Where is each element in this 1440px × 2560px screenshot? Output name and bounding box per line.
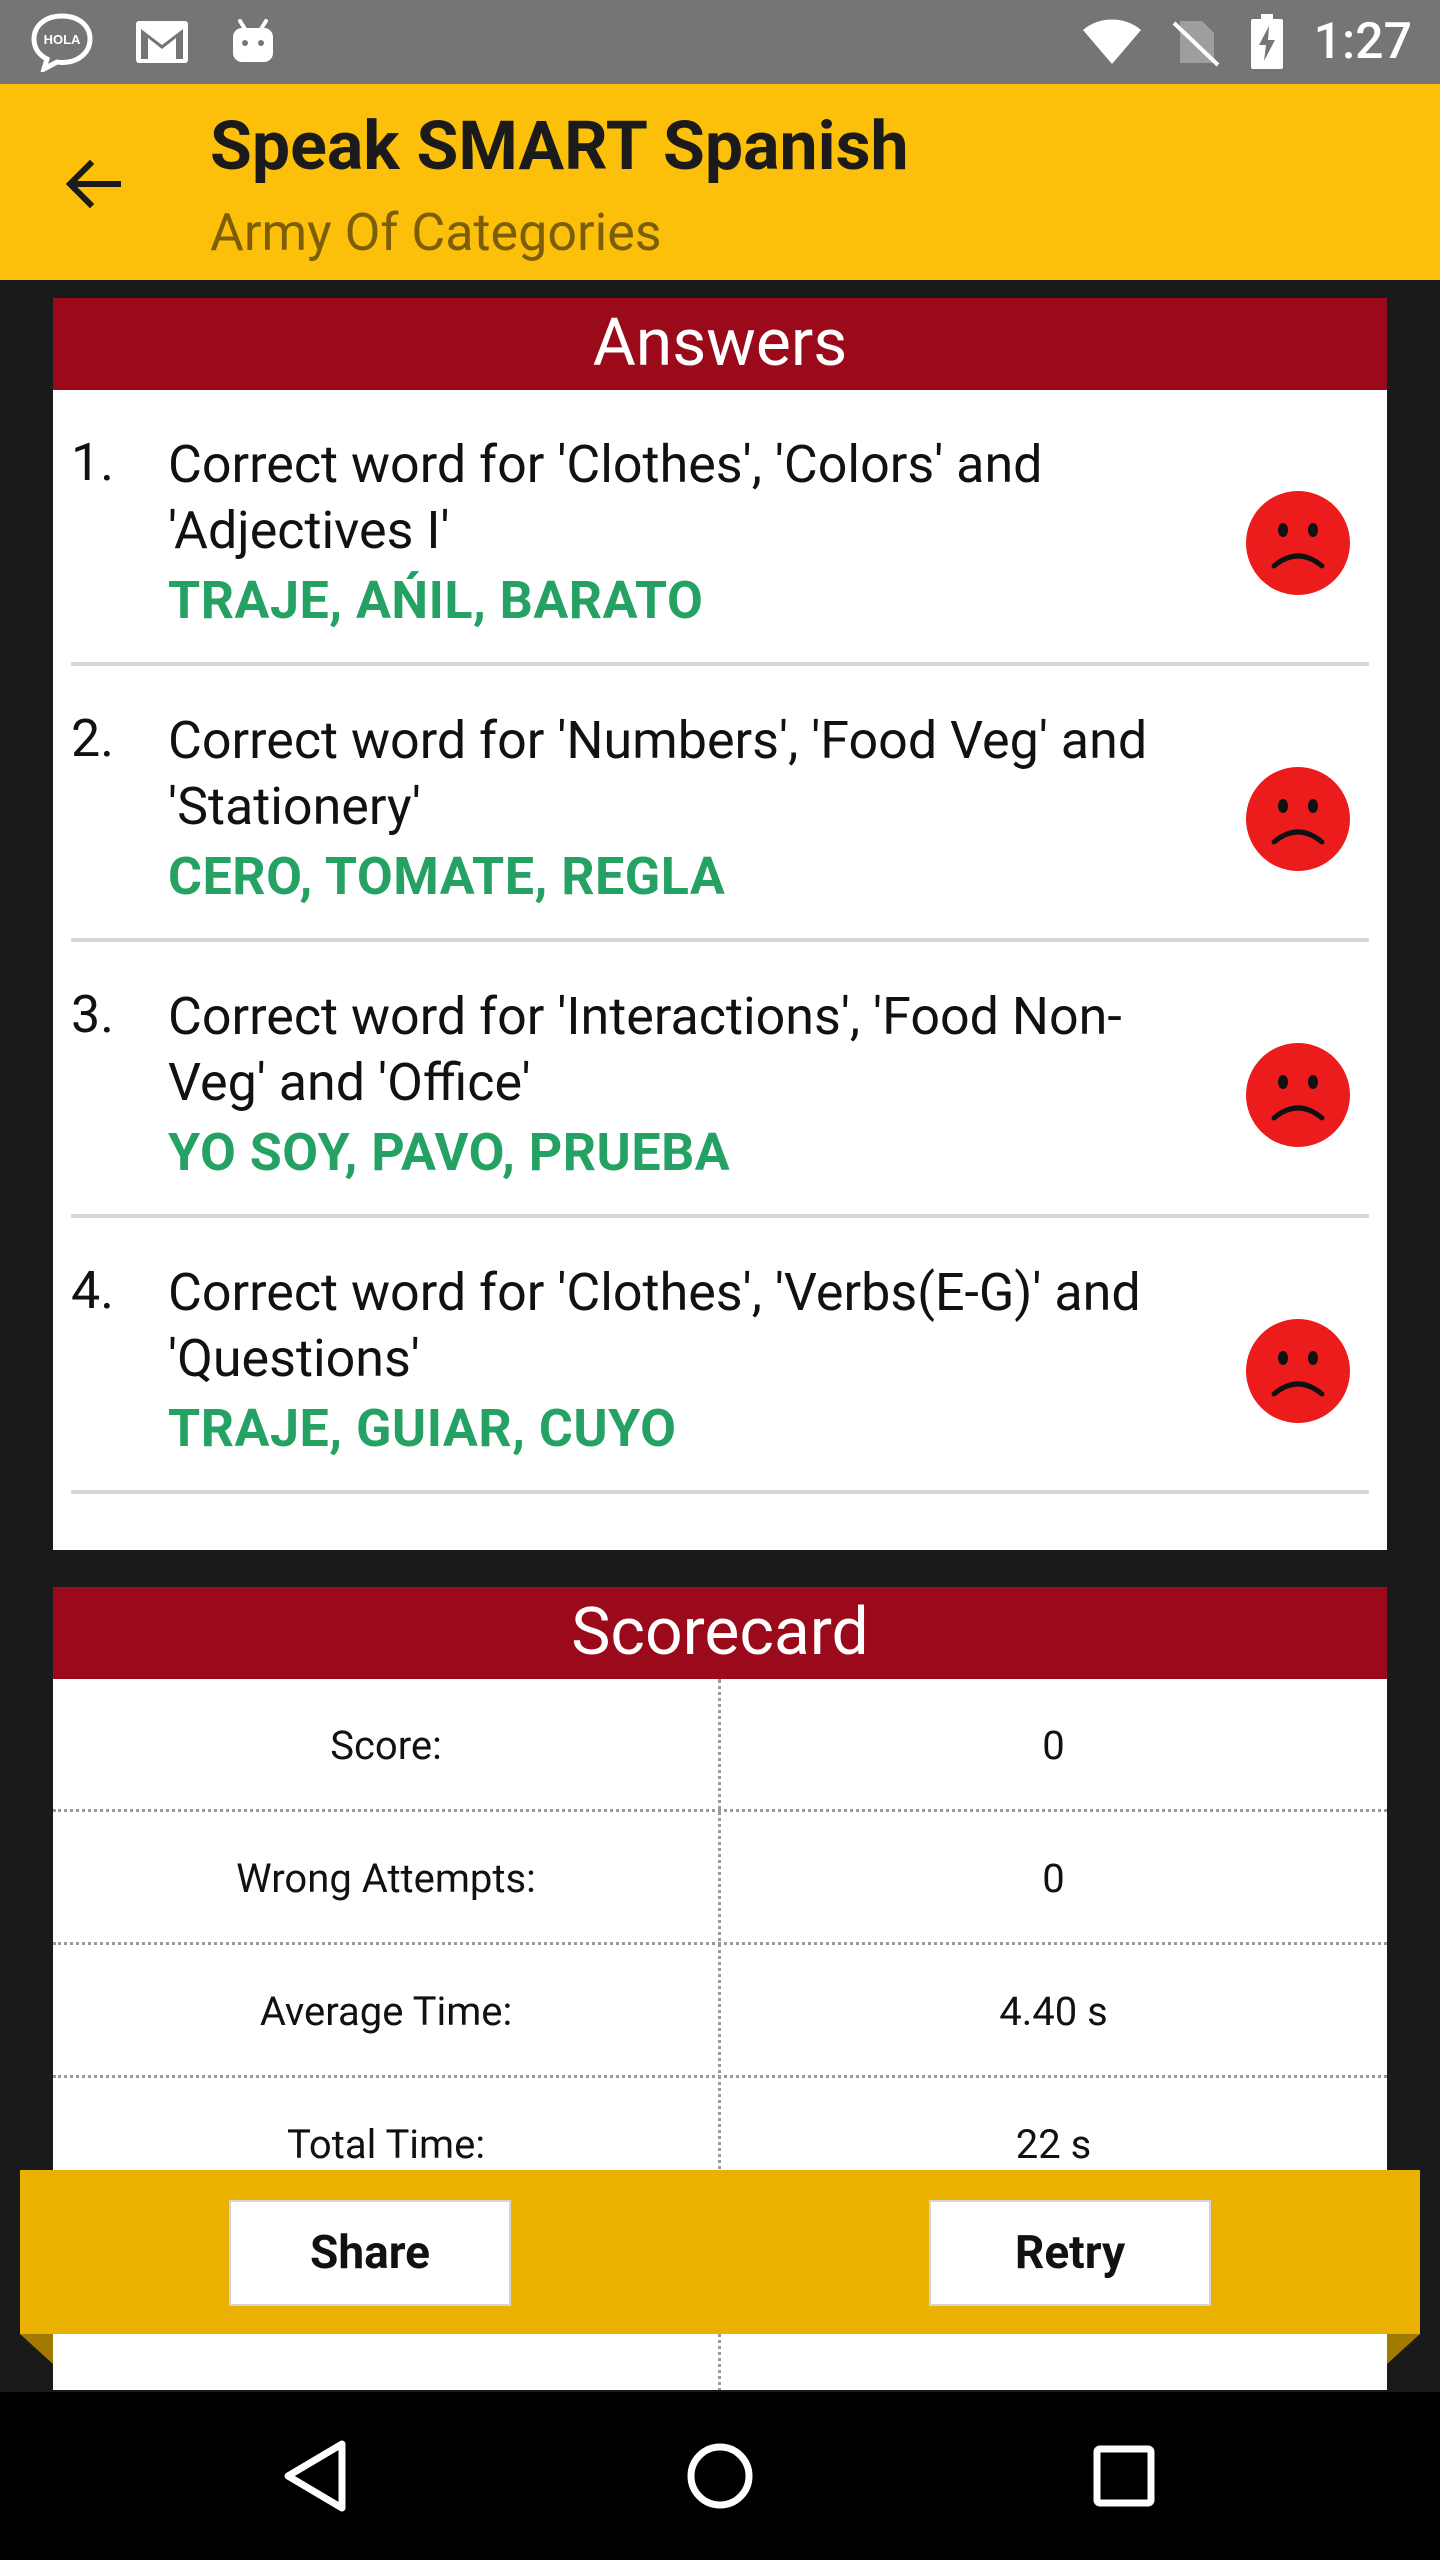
sad-face-icon bbox=[1246, 491, 1350, 595]
answer-number: 4. bbox=[71, 1260, 114, 1321]
app-bar: Speak SMART Spanish Army Of Categories bbox=[0, 84, 1440, 280]
answer-number: 3. bbox=[71, 984, 114, 1045]
no-sim-icon bbox=[1172, 21, 1219, 67]
home-circle-icon[interactable] bbox=[670, 2426, 770, 2526]
answer-item: 2. Correct word for 'Numbers', 'Food Veg… bbox=[71, 666, 1369, 942]
status-bar-system: 1:27 bbox=[1082, 10, 1412, 74]
clock: 1:27 bbox=[1313, 13, 1412, 71]
recents-square-icon[interactable] bbox=[1074, 2426, 1174, 2526]
wrong-attempts-label: Wrong Attempts: bbox=[236, 1855, 536, 1902]
wifi-icon bbox=[1082, 19, 1141, 64]
answer-question: Correct word for 'Clothes', 'Colors' and… bbox=[168, 434, 1043, 561]
answer-question: Correct word for 'Clothes', 'Verbs(E-G)'… bbox=[168, 1262, 1141, 1389]
answer-item: 4. Correct word for 'Clothes', 'Verbs(E-… bbox=[71, 1218, 1369, 1494]
sad-face-icon bbox=[1246, 1319, 1350, 1423]
sad-face-icon bbox=[1246, 767, 1350, 871]
answer-question: Correct word for 'Interactions', 'Food N… bbox=[168, 986, 1122, 1113]
gmail-icon bbox=[136, 21, 188, 63]
back-arrow-icon[interactable] bbox=[58, 148, 130, 220]
answer-words: TRAJE, AŃIL, BARATO bbox=[168, 570, 704, 631]
score-row: Score: 0 bbox=[53, 1679, 1387, 1812]
share-button[interactable]: Share bbox=[229, 2200, 511, 2306]
answer-number: 1. bbox=[71, 432, 114, 493]
answer-item: 1. Correct word for 'Clothes', 'Colors' … bbox=[71, 390, 1369, 666]
ribbon-fold-left bbox=[20, 2334, 53, 2364]
answers-header: Answers bbox=[53, 298, 1387, 390]
svg-text:HOLA: HOLA bbox=[44, 32, 81, 47]
average-time-value: 4.40 s bbox=[999, 1988, 1108, 2035]
scorecard-header: Scorecard bbox=[53, 1587, 1387, 1679]
ribbon-fold-right bbox=[1387, 2334, 1420, 2364]
status-bar-notifications: HOLA bbox=[30, 10, 276, 74]
retry-button[interactable]: Retry bbox=[929, 2200, 1211, 2306]
score-value: 0 bbox=[1042, 1722, 1065, 1769]
answer-number: 2. bbox=[71, 708, 114, 769]
app-title: Speak SMART Spanish bbox=[210, 106, 909, 186]
answer-question: Correct word for 'Numbers', 'Food Veg' a… bbox=[168, 710, 1148, 837]
answers-card: Answers 1. Correct word for 'Clothes', '… bbox=[53, 298, 1387, 1550]
hola-chat-icon: HOLA bbox=[31, 13, 93, 72]
android-debug-icon bbox=[233, 19, 273, 62]
answer-item: 3. Correct word for 'Interactions', 'Foo… bbox=[71, 942, 1369, 1218]
wrong-attempts-value: 0 bbox=[1042, 1855, 1065, 1902]
answer-words: TRAJE, GUIAR, CUYO bbox=[168, 1398, 677, 1459]
app-subtitle: Army Of Categories bbox=[210, 202, 662, 263]
average-time-label: Average Time: bbox=[259, 1988, 513, 2035]
status-bar: HOLA 1:27 bbox=[0, 0, 1440, 84]
action-ribbon: Share Retry bbox=[20, 2170, 1420, 2334]
score-label: Score: bbox=[330, 1722, 442, 1769]
scorecard-table: Score: 0 Wrong Attempts: 0 Average Time:… bbox=[53, 1679, 1387, 2211]
battery-charging-icon bbox=[1250, 14, 1283, 69]
answer-words: YO SOY, PAVO, PRUEBA bbox=[168, 1122, 731, 1183]
average-time-row: Average Time: 4.40 s bbox=[53, 1945, 1387, 2078]
back-triangle-icon[interactable] bbox=[266, 2426, 366, 2526]
answer-words: CERO, TOMATE, REGLA bbox=[168, 846, 726, 907]
wrong-attempts-row: Wrong Attempts: 0 bbox=[53, 1812, 1387, 1945]
sad-face-icon bbox=[1246, 1043, 1350, 1147]
navigation-bar bbox=[0, 2392, 1440, 2560]
